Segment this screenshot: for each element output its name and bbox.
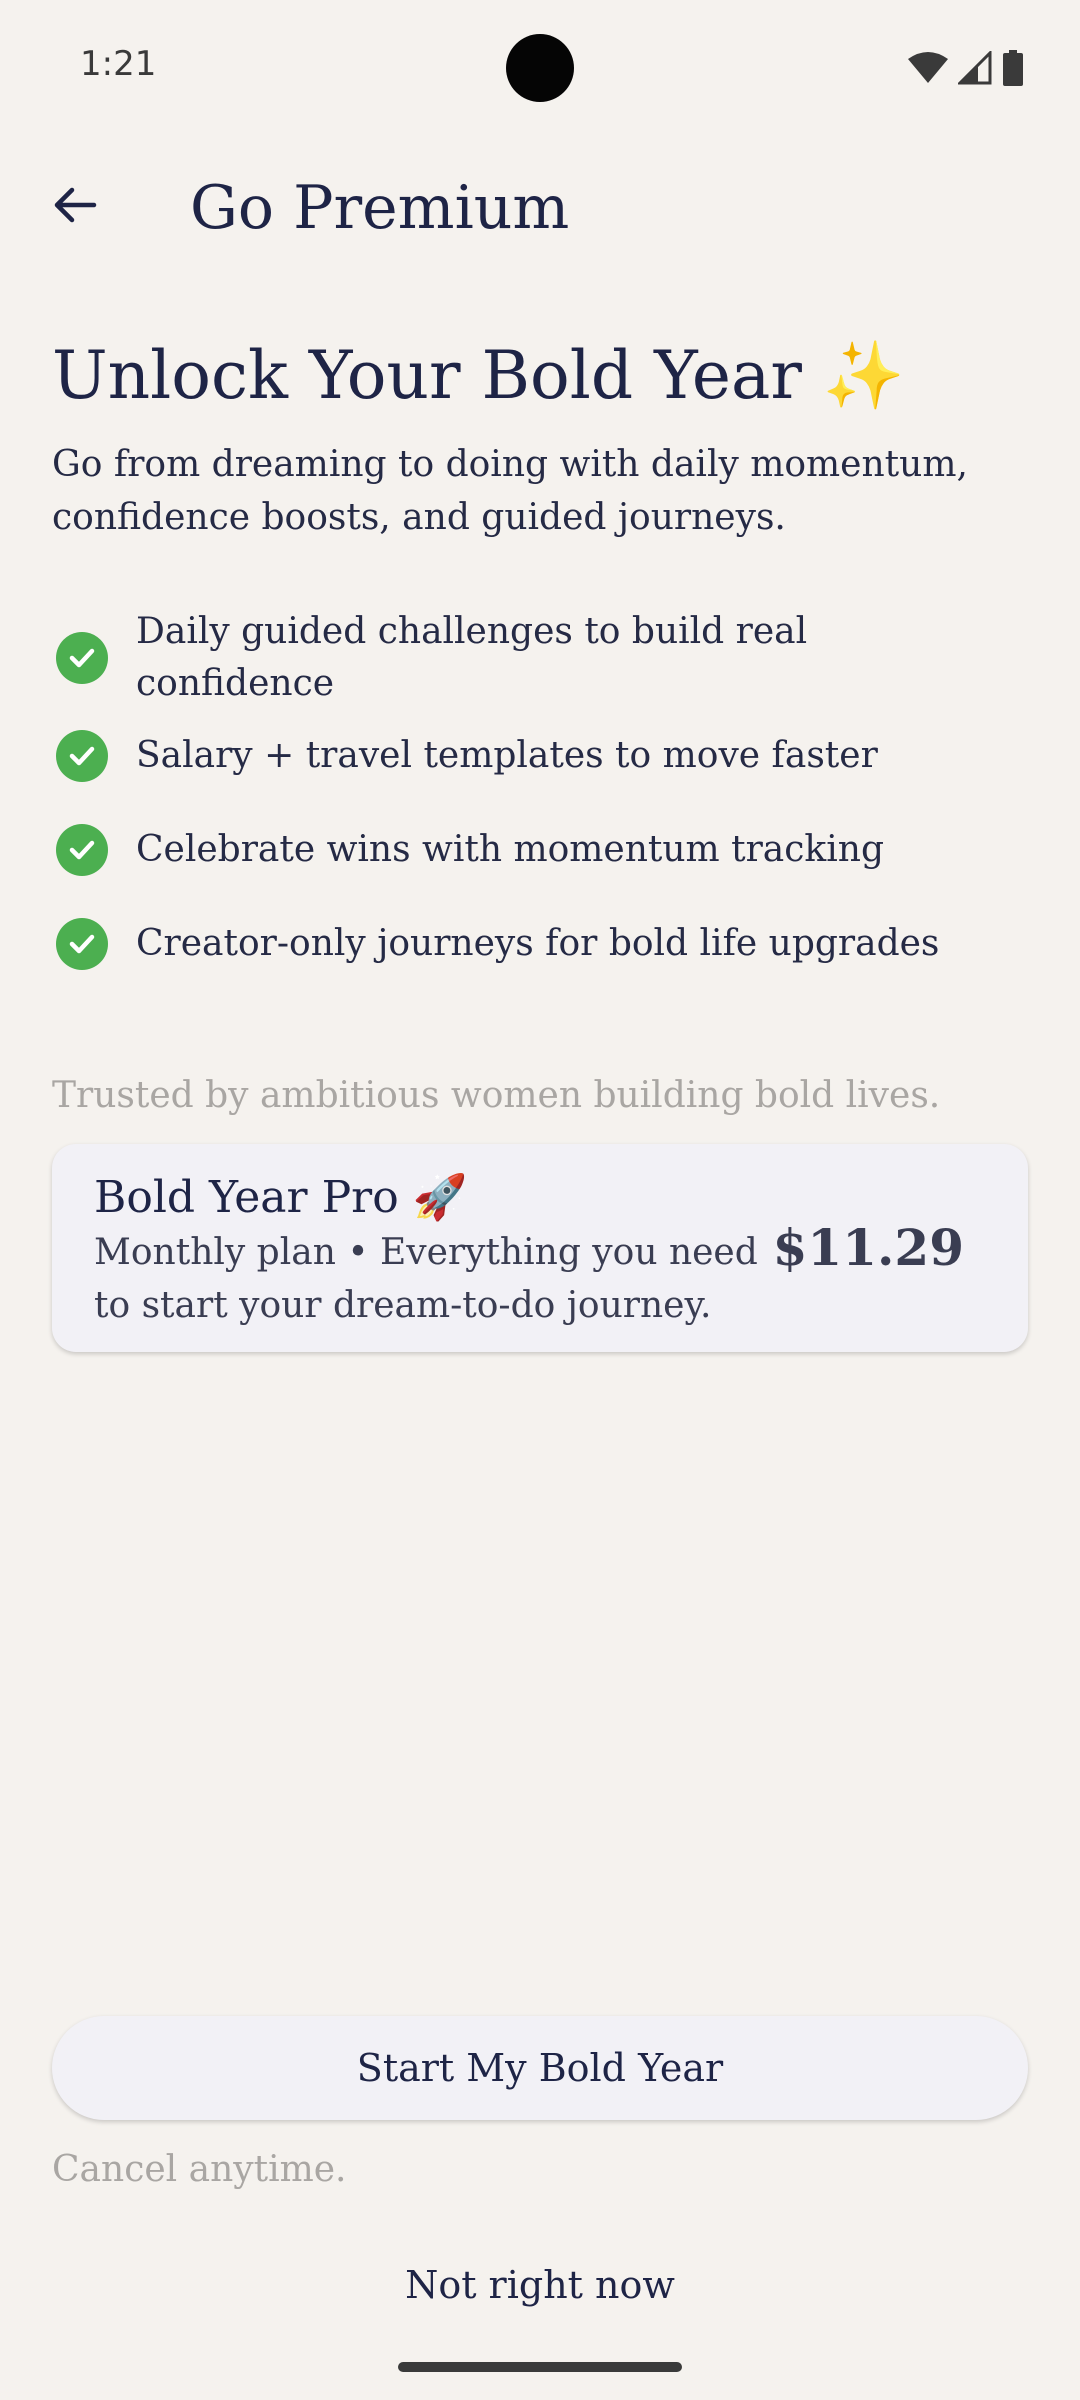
start-bold-year-button[interactable]: Start My Bold Year: [52, 2016, 1028, 2120]
trust-note: Trusted by ambitious women building bold…: [52, 1075, 941, 1116]
check-circle-icon: [56, 730, 108, 782]
feature-item: Salary + travel templates to move faster: [52, 730, 1042, 782]
home-indicator[interactable]: [398, 2362, 682, 2372]
check-circle-icon: [56, 632, 108, 684]
feature-text: Celebrate wins with momentum tracking: [136, 829, 884, 870]
feature-item: Creator-only journeys for bold life upgr…: [52, 918, 1042, 970]
cancel-note: Cancel anytime.: [52, 2149, 347, 2190]
plan-name: Bold Year Pro 🚀: [94, 1172, 468, 1223]
camera-cutout: [506, 34, 574, 102]
check-circle-icon: [56, 918, 108, 970]
wifi-icon: [908, 51, 948, 85]
status-bar: 1:21: [0, 0, 1080, 136]
arrow-back-icon: [50, 180, 100, 234]
feature-text: Daily guided challenges to build real co…: [136, 611, 808, 704]
feature-item: Celebrate wins with momentum tracking: [52, 824, 1042, 876]
status-time: 1:21: [80, 44, 157, 84]
hero-subtitle: Go from dreaming to doing with daily mom…: [52, 444, 968, 538]
cell-signal-icon: [958, 51, 992, 85]
not-right-now-button[interactable]: Not right now: [340, 2250, 740, 2320]
page-title: Go Premium: [190, 173, 570, 243]
feature-text: Salary + travel templates to move faster: [136, 735, 878, 776]
feature-text: Creator-only journeys for bold life upgr…: [136, 923, 940, 964]
check-circle-icon: [56, 824, 108, 876]
plan-card[interactable]: Bold Year Pro 🚀 Monthly plan • Everythin…: [52, 1144, 1028, 1352]
hero-title: Unlock Your Bold Year ✨: [52, 337, 906, 414]
battery-icon: [1002, 50, 1024, 86]
feature-item: Daily guided challenges to build real co…: [52, 606, 1042, 710]
status-icons: [908, 48, 1024, 88]
plan-description: Monthly plan • Everything you need to st…: [94, 1232, 758, 1326]
back-button[interactable]: [40, 172, 110, 242]
plan-price: $11.29: [772, 1218, 964, 1277]
